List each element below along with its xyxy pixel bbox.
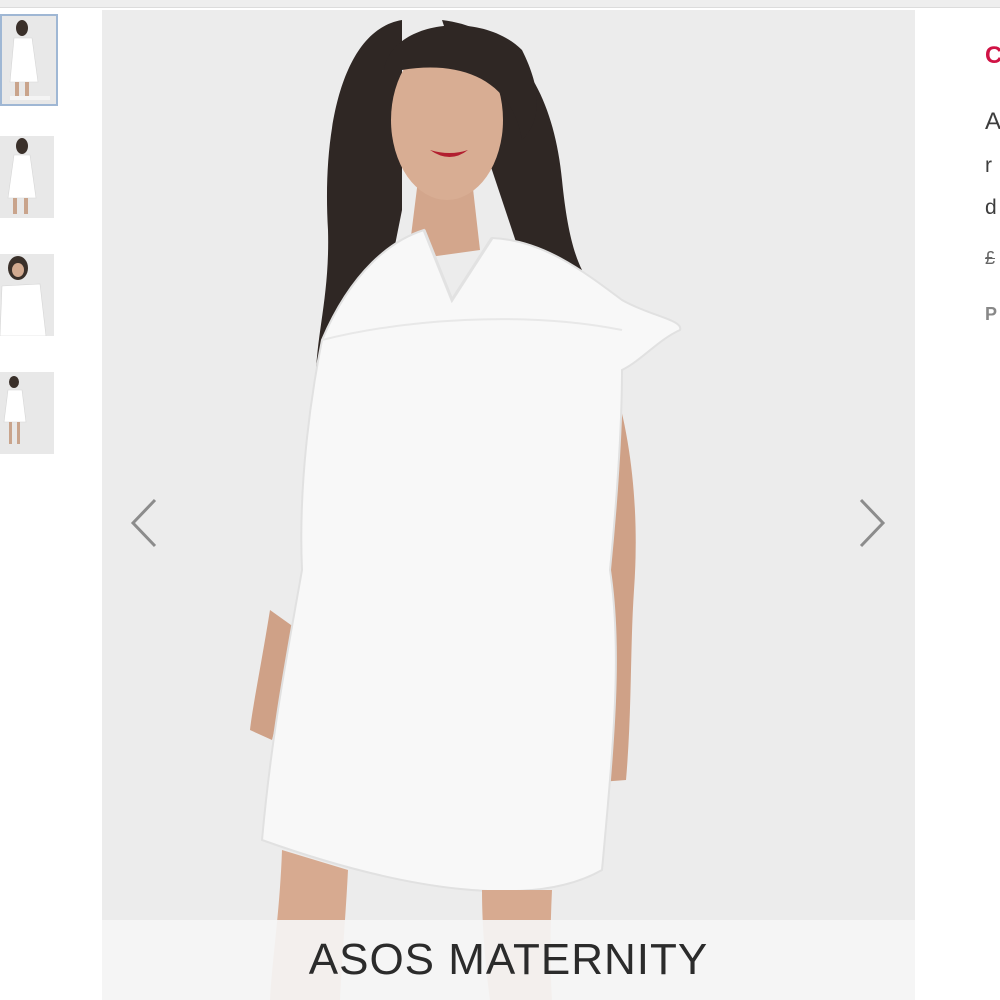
product-description-line: A [985,108,1000,135]
thumbnail-4-image [0,372,54,454]
model-photo [102,10,915,1000]
next-image-button[interactable] [850,488,894,558]
product-title: C [985,42,1000,69]
chevron-right-icon [859,498,886,548]
product-meta: P [985,304,998,324]
product-description-line: r [985,154,992,177]
thumbnail-2-image [0,136,54,218]
thumbnail-3-image [0,254,54,336]
product-description-line: d [985,196,997,219]
previous-image-button[interactable] [122,488,166,558]
thumbnail-4[interactable] [0,372,54,454]
main-product-image: ASOS MATERNITY [102,10,915,1000]
product-original-price: £ [985,248,996,268]
top-divider [0,0,1000,8]
brand-banner-text: ASOS MATERNITY [308,935,709,984]
thumbnail-1-image [2,16,56,104]
thumbnail-2[interactable] [0,136,54,218]
thumbnail-3[interactable] [0,254,54,336]
thumbnail-1[interactable] [0,14,58,106]
brand-banner: ASOS MATERNITY [102,920,915,1000]
chevron-left-icon [130,498,157,548]
